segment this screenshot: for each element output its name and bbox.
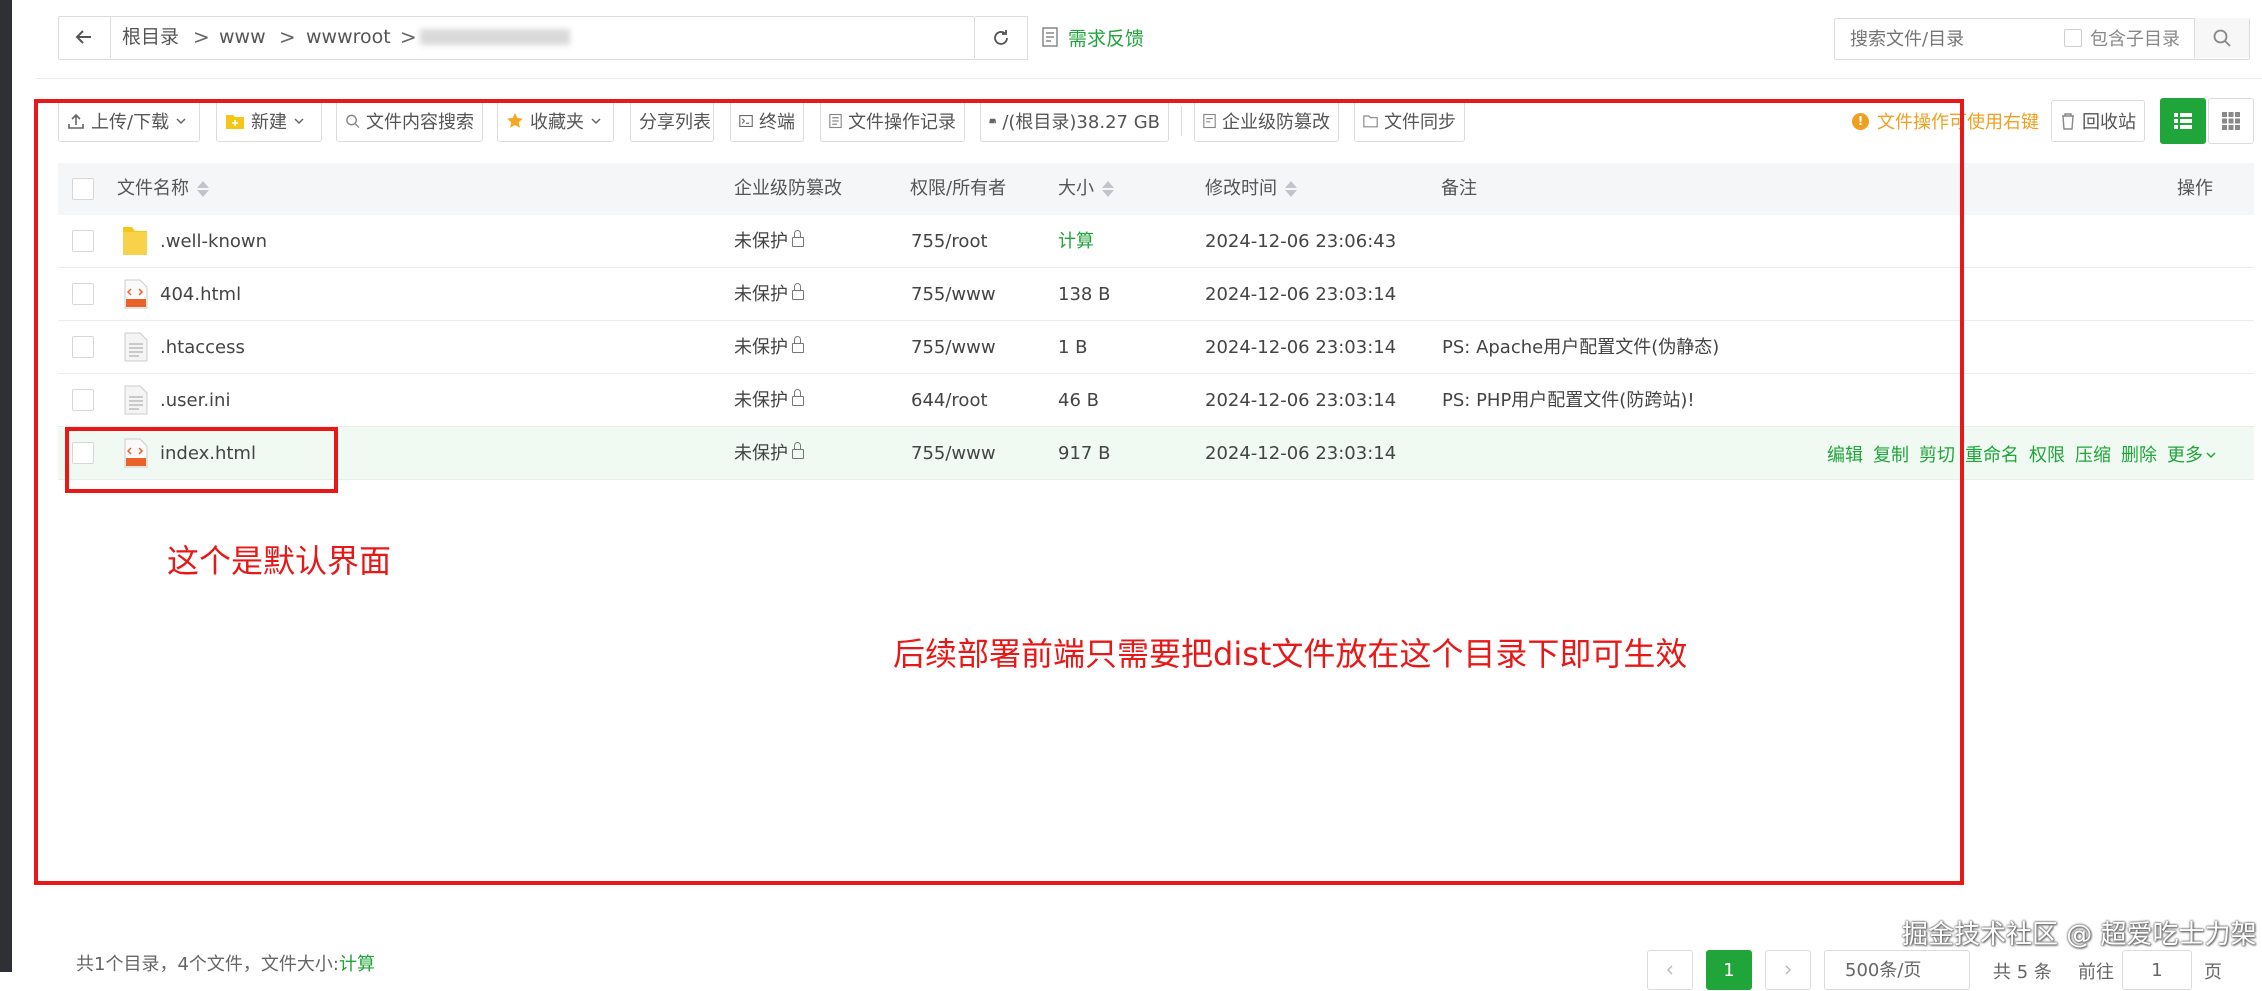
total-count: 共 5 条 <box>1993 962 2052 983</box>
list-view-button[interactable] <box>2160 98 2206 144</box>
action-compress[interactable]: 压缩 <box>2075 441 2111 467</box>
search-input[interactable] <box>1848 22 2052 56</box>
column-actions-label: 操作 <box>2177 178 2213 199</box>
back-button[interactable] <box>58 16 111 58</box>
refresh-button[interactable] <box>975 16 1028 60</box>
feedback-link[interactable]: 需求反馈 <box>1042 22 1144 52</box>
include-subdir-label: 包含子目录 <box>2090 29 2180 50</box>
chevron-left-icon <box>1666 965 1673 975</box>
annotation-frame-index <box>65 427 338 493</box>
include-subdir-checkbox[interactable] <box>2064 29 2082 47</box>
breadcrumb-separator: > <box>400 25 417 49</box>
column-header-actions: 操作 <box>2177 163 2213 215</box>
footer-summary: 共1个目录，4个文件，文件大小:计算 <box>76 950 375 976</box>
chevron-down-icon <box>2206 451 2216 458</box>
feedback-label: 需求反馈 <box>1068 27 1145 50</box>
page-size-select[interactable]: 500条/页 <box>1824 950 1970 990</box>
breadcrumb-item-www[interactable]: www <box>219 16 266 58</box>
page-unit-label: 页 <box>2204 962 2222 983</box>
breadcrumb-item-wwwroot[interactable]: wwwroot <box>306 16 391 58</box>
action-more[interactable]: 更多 <box>2167 441 2217 467</box>
chevron-right-icon <box>1785 965 1792 975</box>
prev-page-button[interactable] <box>1647 950 1693 990</box>
annotation-default-view: 这个是默认界面 <box>167 542 392 580</box>
action-permission[interactable]: 权限 <box>2029 441 2065 467</box>
breadcrumb-item-root[interactable]: 根目录 <box>122 16 179 58</box>
action-rename[interactable]: 重命名 <box>1965 441 2019 467</box>
sidebar-strip <box>0 0 12 972</box>
grid-view-icon <box>2222 112 2240 130</box>
action-more-label: 更多 <box>2167 444 2203 466</box>
search-button[interactable] <box>2194 18 2249 58</box>
edit-note-icon <box>1042 27 1058 47</box>
annotation-deploy-note: 后续部署前端只需要把dist文件放在这个目录下即可生效 <box>893 635 1688 673</box>
header-divider <box>36 78 2262 79</box>
recycle-bin-label: 回收站 <box>2082 112 2136 133</box>
list-view-icon <box>2174 113 2192 129</box>
next-page-button[interactable] <box>1765 950 1811 990</box>
arrow-left-icon <box>75 30 91 44</box>
action-delete[interactable]: 删除 <box>2121 441 2157 467</box>
include-subdir-option[interactable]: 包含子目录 <box>2064 20 2180 56</box>
page-button[interactable]: 1 <box>1706 950 1752 990</box>
watermark: 掘金技术社区 @ 超爱吃士力架 <box>1902 920 2257 950</box>
trash-icon <box>2062 113 2074 130</box>
recycle-bin-button[interactable]: 回收站 <box>2051 100 2145 142</box>
breadcrumb-separator: > <box>279 25 296 49</box>
search-icon <box>2213 29 2231 47</box>
goto-label: 前往 <box>2078 962 2114 983</box>
redacted-domain <box>420 29 570 45</box>
goto-page-input[interactable]: 1 <box>2122 950 2192 990</box>
grid-view-button[interactable] <box>2208 98 2254 144</box>
refresh-icon <box>994 30 1008 45</box>
breadcrumb-separator: > <box>193 25 210 49</box>
